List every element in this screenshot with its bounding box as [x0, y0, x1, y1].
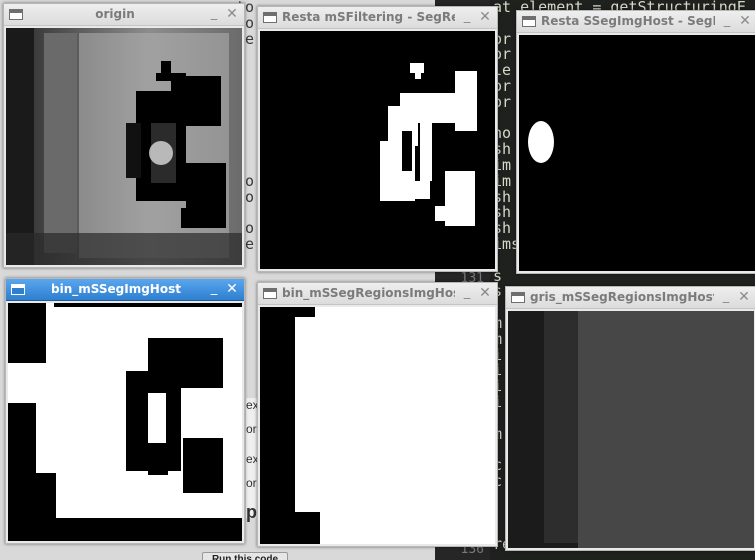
titlebar[interactable]: origin _ ✕: [4, 4, 244, 26]
titlebar[interactable]: Resta mSFiltering - SegRegion _ ✕: [258, 7, 497, 29]
image-mean-shift: [260, 31, 495, 269]
window-menu-icon[interactable]: [11, 284, 25, 295]
close-button[interactable]: ✕: [477, 9, 493, 25]
window-menu-icon[interactable]: [511, 292, 525, 303]
window-title: bin_mSSegRegionsImgHost: [282, 286, 455, 300]
titlebar[interactable]: Resta SSegImgHost - SegRegio _ ✕: [517, 11, 755, 33]
window-origin[interactable]: origin _ ✕: [3, 3, 245, 268]
titlebar[interactable]: bin_mSSegImgHost _ ✕: [6, 279, 244, 301]
window-title: origin: [95, 7, 135, 21]
minimize-button[interactable]: _: [206, 6, 222, 22]
close-button[interactable]: ✕: [224, 6, 240, 22]
window-seg-img-host[interactable]: Resta SSegImgHost - SegRegio _ ✕: [516, 10, 755, 274]
window-mean-shift-filtering[interactable]: Resta mSFiltering - SegRegion _ ✕: [257, 6, 498, 272]
image-origin: [6, 28, 242, 265]
page-text: or: [246, 476, 257, 490]
minimize-button[interactable]: _: [719, 13, 735, 29]
image-gris-seg-regions: [508, 311, 754, 548]
window-menu-icon[interactable]: [522, 16, 536, 27]
run-code-button[interactable]: Run this code: [202, 552, 288, 560]
close-button[interactable]: ✕: [477, 285, 493, 301]
close-button[interactable]: ✕: [736, 289, 752, 305]
window-bin-seg-img-host[interactable]: bin_mSSegImgHost _ ✕: [5, 278, 245, 544]
window-title: bin_mSSegImgHost: [51, 282, 181, 296]
minimize-button[interactable]: _: [459, 9, 475, 25]
desktop: totole/tototole/ 131 136 at element = ge…: [0, 0, 755, 560]
page-text: or: [246, 422, 257, 436]
minimize-button[interactable]: _: [459, 285, 475, 301]
minimize-button[interactable]: _: [206, 281, 222, 297]
titlebar[interactable]: gris_mSSegRegionsImgHost _ ✕: [506, 287, 755, 309]
image-seg-host: [519, 35, 755, 271]
window-title: gris_mSSegRegionsImgHost: [530, 290, 714, 304]
minimize-button[interactable]: _: [718, 289, 734, 305]
close-button[interactable]: ✕: [737, 13, 753, 29]
window-gris-seg-regions[interactable]: gris_mSSegRegionsImgHost _ ✕: [505, 286, 755, 551]
window-title: Resta mSFiltering - SegRegion: [282, 10, 455, 24]
window-menu-icon[interactable]: [9, 9, 23, 20]
window-menu-icon[interactable]: [263, 288, 277, 299]
window-menu-icon[interactable]: [263, 12, 277, 23]
image-bin-seg-regions: [260, 307, 495, 544]
window-bin-seg-regions[interactable]: bin_mSSegRegionsImgHost _ ✕: [257, 282, 498, 547]
image-bin-seg-host: [8, 303, 242, 541]
close-button[interactable]: ✕: [224, 281, 240, 297]
page-heading: p: [246, 502, 257, 522]
titlebar[interactable]: bin_mSSegRegionsImgHost _ ✕: [258, 283, 497, 305]
window-title: Resta SSegImgHost - SegRegio: [541, 14, 715, 28]
